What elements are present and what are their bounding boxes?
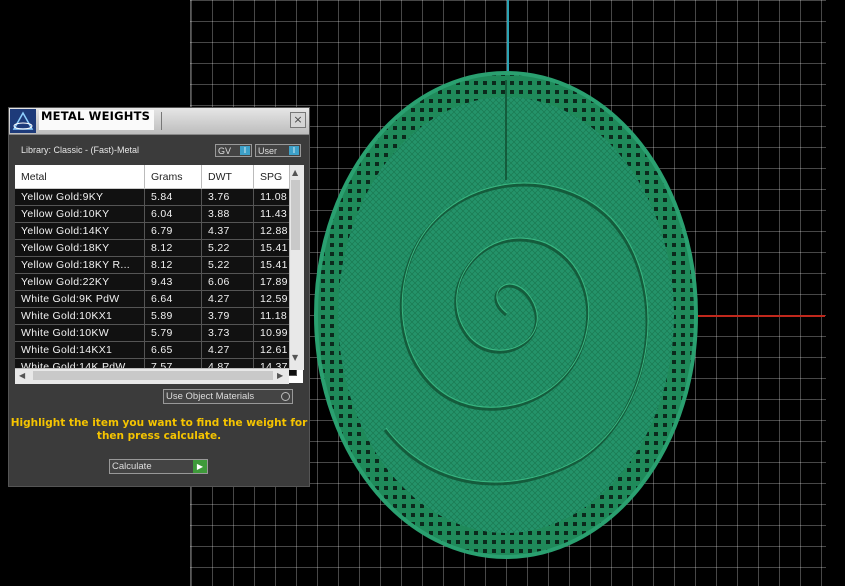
scroll-down-icon[interactable]: ▼ xyxy=(292,353,298,362)
calculate-button[interactable]: Calculate ▶ xyxy=(109,459,208,474)
play-arrow-icon[interactable]: ▶ xyxy=(193,460,207,473)
metal-cell: White Gold:14KX1 xyxy=(15,341,145,359)
gv-toggle-label: GV xyxy=(218,146,232,156)
table-row[interactable]: White Gold:9K PdW 6.64 4.27 12.59 xyxy=(15,290,297,308)
grams-cell: 9.43 xyxy=(144,273,202,291)
grams-cell: 8.12 xyxy=(144,239,202,257)
vertical-scroll-thumb[interactable] xyxy=(291,180,300,250)
user-toggle-label: User xyxy=(258,146,278,156)
metal-cell: Yellow Gold:10KY xyxy=(15,205,145,223)
radio-icon[interactable] xyxy=(281,392,290,401)
metal-weights-panel: METAL WEIGHTS × Library: Classic - (Fast… xyxy=(8,107,310,487)
use-object-materials-label: Use Object Materials xyxy=(166,391,255,402)
dwt-cell: 3.76 xyxy=(201,188,254,206)
column-header-metal[interactable]: Metal xyxy=(15,165,145,189)
x-axis-line xyxy=(690,315,825,317)
table-header-row: Metal Grams DWT SPG xyxy=(15,165,297,189)
metal-cell: Yellow Gold:14KY xyxy=(15,222,145,240)
user-toggle-knob: I xyxy=(289,146,299,155)
metal-cell: Yellow Gold:9KY xyxy=(15,188,145,206)
grams-cell: 5.84 xyxy=(144,188,202,206)
metal-cell: Yellow Gold:18KY xyxy=(15,239,145,257)
gv-toggle[interactable]: GV I xyxy=(215,144,252,157)
panel-titlebar[interactable]: METAL WEIGHTS × xyxy=(9,108,309,135)
metal-cell: Yellow Gold:22KY xyxy=(15,273,145,291)
user-toggle[interactable]: User I xyxy=(255,144,301,157)
pendant-model[interactable] xyxy=(310,70,702,560)
dwt-cell: 5.22 xyxy=(201,239,254,257)
table-row[interactable]: Yellow Gold:9KY 5.84 3.76 11.08 xyxy=(15,188,297,206)
grams-cell: 6.04 xyxy=(144,205,202,223)
table-row[interactable]: Yellow Gold:18KY 8.12 5.22 15.41 xyxy=(15,239,297,257)
table-row[interactable]: White Gold:14KX1 6.65 4.27 12.61 xyxy=(15,341,297,359)
gv-toggle-knob: I xyxy=(240,146,250,155)
dwt-cell: 5.22 xyxy=(201,256,254,274)
grams-cell: 6.65 xyxy=(144,341,202,359)
titlebar-divider xyxy=(161,112,162,130)
grams-cell: 8.12 xyxy=(144,256,202,274)
metal-cell: White Gold:9K PdW xyxy=(15,290,145,308)
column-header-grams[interactable]: Grams xyxy=(144,165,202,189)
instruction-text: Highlight the item you want to find the … xyxy=(10,417,308,442)
table-row[interactable]: Yellow Gold:22KY 9.43 6.06 17.89 xyxy=(15,273,297,291)
app-logo-icon xyxy=(10,109,36,133)
table-row[interactable]: White Gold:10KX1 5.89 3.79 11.18 xyxy=(15,307,297,325)
grams-cell: 5.79 xyxy=(144,324,202,342)
grams-cell: 6.64 xyxy=(144,290,202,308)
panel-title: METAL WEIGHTS xyxy=(39,110,155,130)
scroll-right-icon[interactable]: ▶ xyxy=(277,371,283,380)
dwt-cell: 6.06 xyxy=(201,273,254,291)
metal-cell: Yellow Gold:18KY R... xyxy=(15,256,145,274)
table-row[interactable]: Yellow Gold:14KY 6.79 4.37 12.88 xyxy=(15,222,297,240)
close-icon[interactable]: × xyxy=(290,112,306,128)
dwt-cell: 4.37 xyxy=(201,222,254,240)
dwt-cell: 3.73 xyxy=(201,324,254,342)
table-row[interactable]: Yellow Gold:18KY R... 8.12 5.22 15.41 xyxy=(15,256,297,274)
use-object-materials-option[interactable]: Use Object Materials xyxy=(163,389,293,404)
grams-cell: 5.89 xyxy=(144,307,202,325)
table-row[interactable]: Yellow Gold:10KY 6.04 3.88 11.43 xyxy=(15,205,297,223)
scroll-left-icon[interactable]: ◀ xyxy=(19,371,25,380)
column-header-dwt[interactable]: DWT xyxy=(201,165,254,189)
dwt-cell: 4.27 xyxy=(201,341,254,359)
table-row[interactable]: White Gold:10KW 5.79 3.73 10.99 xyxy=(15,324,297,342)
scroll-up-icon[interactable]: ▲ xyxy=(292,168,298,177)
dwt-cell: 3.88 xyxy=(201,205,254,223)
metal-cell: White Gold:10KW xyxy=(15,324,145,342)
horizontal-scroll-thumb[interactable] xyxy=(33,371,273,380)
metal-table: Metal Grams DWT SPG Yellow Gold:9KY 5.84 3… xyxy=(15,165,303,383)
metal-cell: White Gold:10KX1 xyxy=(15,307,145,325)
dwt-cell: 4.27 xyxy=(201,290,254,308)
library-label: Library: Classic - (Fast)-Metal xyxy=(21,145,140,155)
calculate-label: Calculate xyxy=(112,461,152,472)
dwt-cell: 3.79 xyxy=(201,307,254,325)
grams-cell: 6.79 xyxy=(144,222,202,240)
